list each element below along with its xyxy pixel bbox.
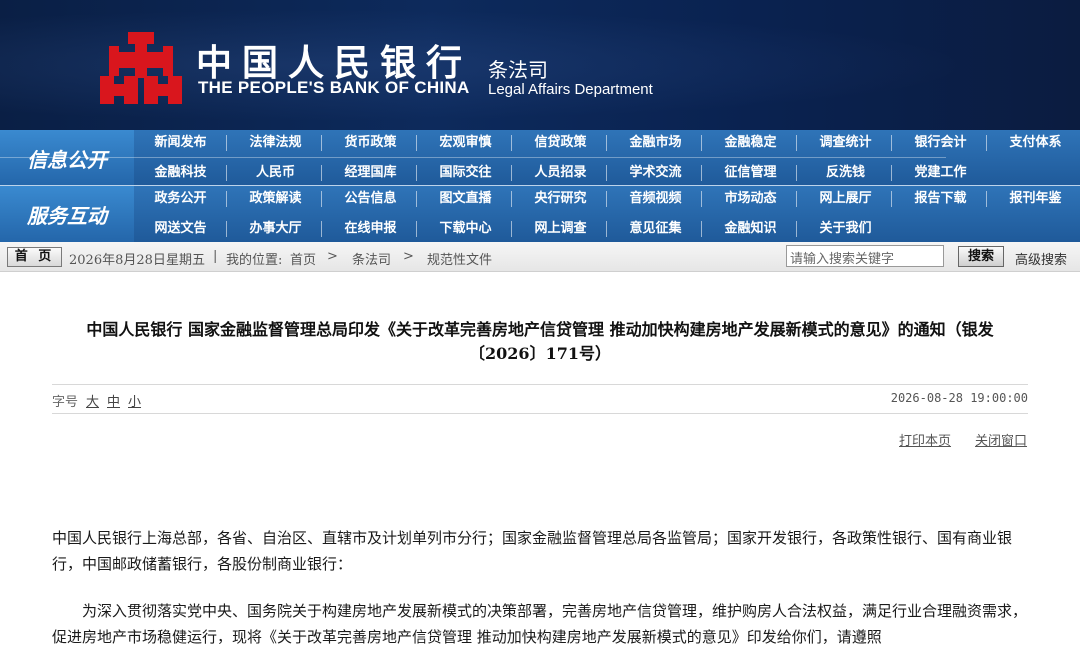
nav-service-item[interactable]: 网送文告	[134, 216, 227, 242]
article-paragraph-recipients: 中国人民银行上海总部，各省、自治区、直辖市及计划单列市分行；国家金融监督管理总局…	[52, 529, 1013, 573]
publish-time: 2026-08-28 19:00:00	[890, 391, 1028, 405]
print-page-link[interactable]: 打印本页	[899, 430, 951, 449]
breadcrumb-dept-link[interactable]: 条法司	[352, 249, 391, 268]
nav-info-item[interactable]: 法律法规	[229, 130, 322, 156]
article-paragraph-body: 为深入贯彻落实党中央、国务院关于构建房地产发展新模式的决策部署，完善房地产信贷管…	[52, 602, 1028, 646]
search-button[interactable]: 搜索	[958, 246, 1004, 267]
nav-service-item[interactable]: 音频视频	[609, 186, 702, 212]
nav-service-item[interactable]: 办事大厅	[229, 216, 322, 242]
nav-info-item[interactable]: 人员招录	[514, 160, 607, 186]
nav-service-item[interactable]: 金融知识	[704, 216, 797, 242]
nav-service-item[interactable]: 关于我们	[799, 216, 892, 242]
nav-info-item[interactable]: 金融市场	[609, 130, 702, 156]
nav-info-item[interactable]: 征信管理	[704, 160, 797, 186]
nav-info-item[interactable]: 货币政策	[324, 130, 417, 156]
nav-info-item[interactable]: 金融科技	[134, 160, 227, 186]
nav-service-item[interactable]: 网上调查	[514, 216, 607, 242]
nav-info-item[interactable]: 人民币	[229, 160, 322, 186]
font-size-label: 字号	[52, 395, 79, 410]
nav-service-item[interactable]: 下载中心	[419, 216, 512, 242]
nav-service-item[interactable]: 网上展厅	[799, 186, 892, 212]
nav-info-item[interactable]: 调查统计	[799, 130, 892, 156]
home-button[interactable]: 首 页	[7, 247, 62, 267]
nav-info-item[interactable]: 国际交往	[419, 160, 512, 186]
nav-service-item[interactable]: 公告信息	[324, 186, 417, 212]
nav-service-item[interactable]: 报刊年鉴	[989, 186, 1080, 212]
bank-name-en: THE PEOPLE'S BANK OF CHINA	[198, 78, 470, 97]
nav-service-interaction: 服务互动 政务公开 政策解读 公告信息 图文直播 央行研究 音频视频 市场动态 网上展厅 报告下…	[0, 186, 1080, 242]
nav-section-label-info: 信息公开	[0, 130, 134, 186]
nav-service-item[interactable]: 图文直播	[419, 186, 512, 212]
breadcrumb-separator-icon: >	[403, 249, 414, 264]
nav-info-item[interactable]: 宏观审慎	[419, 130, 512, 156]
font-size-small-link[interactable]: 小	[128, 391, 141, 410]
article-title: 中国人民银行 国家金融监督管理总局印发《关于改革完善房地产信贷管理 推动加快构建…	[0, 318, 1080, 366]
nav-service-item[interactable]: 政策解读	[229, 186, 322, 212]
location-label: 我的位置:	[226, 253, 283, 268]
breadcrumb-separator-icon: >	[327, 249, 338, 264]
font-size-medium-link[interactable]: 中	[107, 391, 120, 410]
nav-info-item[interactable]: 学术交流	[609, 160, 702, 186]
nav-info-item[interactable]: 银行会计	[894, 130, 987, 156]
breadcrumb-category-link[interactable]: 规范性文件	[427, 249, 492, 268]
close-window-link[interactable]: 关闭窗口	[975, 430, 1027, 449]
nav-info-item[interactable]: 党建工作	[894, 160, 987, 186]
advanced-search-link[interactable]: 高级搜索	[1015, 249, 1067, 268]
nav-grid-service: 政务公开 政策解读 公告信息 图文直播 央行研究 音频视频 市场动态 网上展厅 报告下载 报刊年鉴…	[134, 186, 1080, 242]
current-date: 2026年8月28日	[69, 253, 166, 268]
nav-service-item[interactable]: 在线申报	[324, 216, 417, 242]
nav-info-item[interactable]: 新闻发布	[134, 130, 227, 156]
font-size-large-link[interactable]: 大	[86, 391, 99, 410]
current-weekday: 星期五	[166, 253, 206, 268]
nav-section-label-service: 服务互动	[0, 186, 134, 242]
nav-service-item[interactable]: 政务公开	[134, 186, 227, 212]
department-name-cn: 条法司	[488, 58, 548, 82]
nav-info-item[interactable]: 反洗钱	[799, 160, 892, 186]
pboc-logo-icon[interactable]	[98, 30, 184, 106]
department-name-en: Legal Affairs Department	[488, 81, 653, 98]
article-meta-bar: 字号 大 中 小 2026-08-28 19:00:00	[52, 384, 1028, 414]
nav-service-item[interactable]: 意见征集	[609, 216, 702, 242]
breadcrumb-home-link[interactable]: 首页	[290, 249, 316, 268]
nav-info-item[interactable]: 经理国库	[324, 160, 417, 186]
nav-info-disclosure: 信息公开 新闻发布 法律法规 货币政策 宏观审慎 信贷政策 金融市场 金融稳定 调查统计 银行会…	[0, 130, 1080, 186]
nav-service-item[interactable]: 央行研究	[514, 186, 607, 212]
nav-info-item[interactable]: 支付体系	[989, 130, 1080, 156]
site-banner: 中国人民银行 THE PEOPLE'S BANK OF CHINA 条法司 Le…	[0, 0, 1080, 130]
article-title-line1: 中国人民银行 国家金融监督管理总局印发《关于改革完善房地产信贷管理 推动加快构建…	[86, 320, 994, 339]
search-input[interactable]: 请输入搜索关键字	[786, 245, 944, 267]
article-title-line2: 〔2026〕171号）	[469, 344, 611, 363]
nav-info-item[interactable]: 信贷政策	[514, 130, 607, 156]
separator: |	[213, 249, 218, 264]
nav-service-item[interactable]: 报告下载	[894, 186, 987, 212]
nav-grid-info: 新闻发布 法律法规 货币政策 宏观审慎 信贷政策 金融市场 金融稳定 调查统计 银行会计 支付体系…	[134, 130, 1080, 186]
nav-service-item[interactable]: 市场动态	[704, 186, 797, 212]
nav-info-item[interactable]: 金融稳定	[704, 130, 797, 156]
